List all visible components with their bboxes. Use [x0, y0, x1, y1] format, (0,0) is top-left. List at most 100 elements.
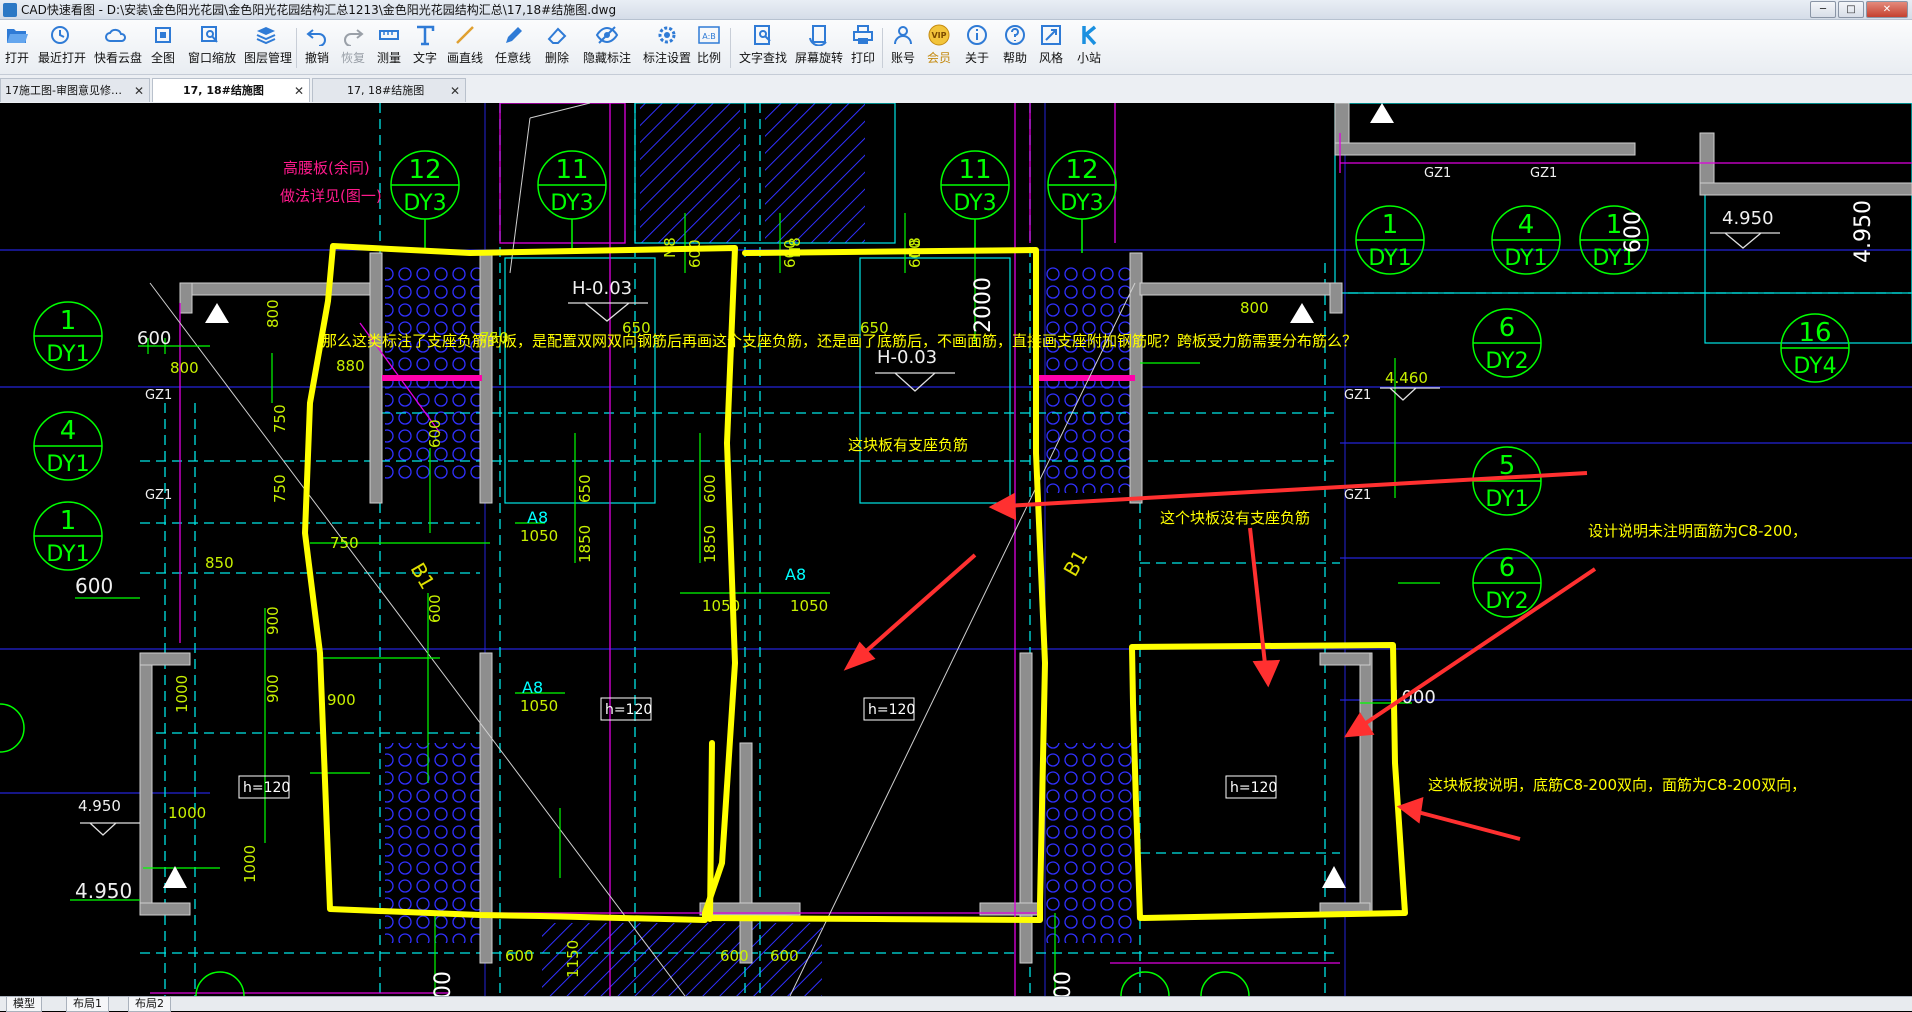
toolbar-separator: [882, 28, 883, 68]
print-button[interactable]: 打印: [850, 24, 876, 72]
axis-bubble-partial: [1120, 971, 1170, 996]
open-button[interactable]: 打开: [2, 24, 32, 72]
undo-icon: [306, 29, 326, 46]
svg-text:600: 600: [720, 947, 749, 965]
window-zoom-button[interactable]: 窗口缩放: [188, 24, 236, 72]
svg-text:1: 1: [60, 506, 77, 536]
measure-button[interactable]: 测量: [376, 24, 402, 72]
recent-button[interactable]: 最近打开: [38, 24, 86, 72]
svg-text:DY4: DY4: [1793, 354, 1836, 379]
svg-text:600: 600: [770, 947, 799, 965]
account-button[interactable]: 账号: [890, 24, 916, 72]
svg-text:1050: 1050: [520, 697, 558, 715]
svg-text:6: 6: [1499, 313, 1516, 343]
hide-annotation-button[interactable]: 隐藏标注: [582, 24, 632, 72]
magenta-note: 高腰板(余同) 做法详见(图一): [280, 159, 382, 205]
svg-text:4.950: 4.950: [75, 879, 132, 903]
svg-text:DY2: DY2: [1485, 349, 1528, 374]
svg-text:4: 4: [1518, 210, 1535, 240]
style-button[interactable]: 风格: [1038, 24, 1064, 72]
svg-text:A8: A8: [522, 678, 543, 697]
undo-button[interactable]: 撤销: [304, 24, 330, 72]
style-icon: [1041, 25, 1061, 45]
zoom-window-icon: [201, 26, 218, 43]
redo-button[interactable]: 恢复: [340, 24, 366, 72]
rotate-button[interactable]: 屏幕旋转: [794, 24, 844, 72]
svg-text:4.950: 4.950: [1851, 200, 1876, 263]
vip-icon: VIP: [928, 24, 950, 46]
window-controls: ─ □ ✕: [1810, 1, 1908, 18]
svg-text:A8: A8: [527, 508, 548, 527]
cloud-button[interactable]: 快看云盘: [94, 24, 142, 72]
svg-text:DY1: DY1: [1368, 246, 1411, 271]
svg-text:4.950: 4.950: [1722, 208, 1774, 229]
close-button[interactable]: ✕: [1866, 1, 1908, 18]
svg-text:VIP: VIP: [931, 31, 946, 40]
svg-text:H-0.03: H-0.03: [877, 347, 937, 368]
toolbar: 打开 最近打开 快看云盘 全图 窗口缩放 图层管理 撤销 恢复 测量 文字 画直…: [0, 20, 1912, 75]
folder-open-icon: [7, 29, 28, 43]
rotate-icon: [809, 25, 827, 46]
svg-text:1050: 1050: [520, 527, 558, 545]
fit-screen-icon: [155, 27, 171, 43]
svg-text:600: 600: [431, 971, 456, 996]
svg-text:600: 600: [426, 594, 444, 623]
svg-text:h=120: h=120: [605, 702, 652, 718]
help-button[interactable]: 帮助: [1002, 24, 1028, 72]
maximize-button[interactable]: □: [1838, 1, 1864, 18]
cloud-icon: [105, 28, 126, 42]
fit-button[interactable]: 全图: [150, 24, 176, 72]
annotation-design-note: 设计说明未注明面筋为C8-200，: [1588, 522, 1807, 540]
svg-text:DY1: DY1: [46, 342, 89, 367]
svg-text:DY1: DY1: [46, 542, 89, 567]
tab-document-3[interactable]: 17, 18#结施图 ✕: [312, 78, 466, 102]
svg-text:B1: B1: [406, 559, 440, 594]
svg-text:A:B: A:B: [702, 32, 716, 41]
scale-button[interactable]: A:B 比例: [696, 24, 722, 72]
svg-text:DY3: DY3: [953, 191, 996, 216]
app-icon: [3, 2, 17, 17]
svg-text:4: 4: [60, 416, 77, 446]
svg-text:h=120: h=120: [243, 780, 290, 796]
text-search-button[interactable]: 文字查找: [738, 24, 788, 72]
svg-text:高腰板(余同): 高腰板(余同): [283, 159, 370, 177]
about-button[interactable]: 关于: [964, 24, 990, 72]
annotation-question: 那么这类标注了支座负筋的板，是配置双网双向钢筋后再画这个支座负筋，还是画了底筋后…: [322, 332, 1357, 350]
erase-button[interactable]: 删除: [544, 24, 570, 72]
magenta-support-bars: [382, 375, 1135, 381]
tab-document-1[interactable]: 17施工图-审图意见修… ✕: [0, 78, 150, 102]
svg-text:1: 1: [60, 306, 77, 336]
text-button[interactable]: 文字: [412, 24, 438, 72]
svg-text:12: 12: [408, 155, 441, 185]
svg-text:1850: 1850: [701, 525, 719, 563]
annotation-settings-button[interactable]: 标注设置: [642, 24, 692, 72]
svg-text:DY1: DY1: [1485, 487, 1528, 512]
svg-text:750: 750: [271, 474, 289, 503]
layers-icon: [256, 27, 276, 45]
search-icon: [754, 25, 771, 45]
svg-text:N8: N8: [906, 237, 924, 258]
close-tab-icon[interactable]: ✕: [134, 79, 144, 102]
line-button[interactable]: 画直线: [446, 24, 484, 72]
site-button[interactable]: 小站: [1074, 24, 1104, 72]
ruler-icon: [379, 30, 399, 40]
printer-icon: [853, 25, 873, 44]
freeline-button[interactable]: 任意线: [494, 24, 532, 72]
close-tab-icon[interactable]: ✕: [294, 79, 304, 102]
svg-text:1850: 1850: [576, 525, 594, 563]
svg-text:1: 1: [1606, 210, 1623, 240]
svg-text:1150: 1150: [564, 940, 582, 978]
minimize-button[interactable]: ─: [1810, 1, 1836, 18]
svg-text:600: 600: [686, 239, 704, 268]
svg-text:做法详见(图一): 做法详见(图一): [280, 187, 382, 205]
svg-text:16: 16: [1798, 318, 1831, 348]
layers-button[interactable]: 图层管理: [244, 24, 292, 72]
close-tab-icon[interactable]: ✕: [450, 79, 460, 102]
axis-bubble-partial: [0, 703, 25, 753]
svg-text:GZ1: GZ1: [1344, 388, 1371, 403]
tab-document-2[interactable]: 17, 18#结施图 ✕: [152, 78, 310, 102]
svg-text:600: 600: [1621, 211, 1646, 253]
drawing-canvas[interactable]: 12 DY3 11 DY3 11 DY3 12 DY3 1 DY1 4 DY1 …: [0, 103, 1912, 996]
scale-icon: A:B: [698, 26, 720, 44]
vip-button[interactable]: VIP 会员: [926, 24, 952, 72]
